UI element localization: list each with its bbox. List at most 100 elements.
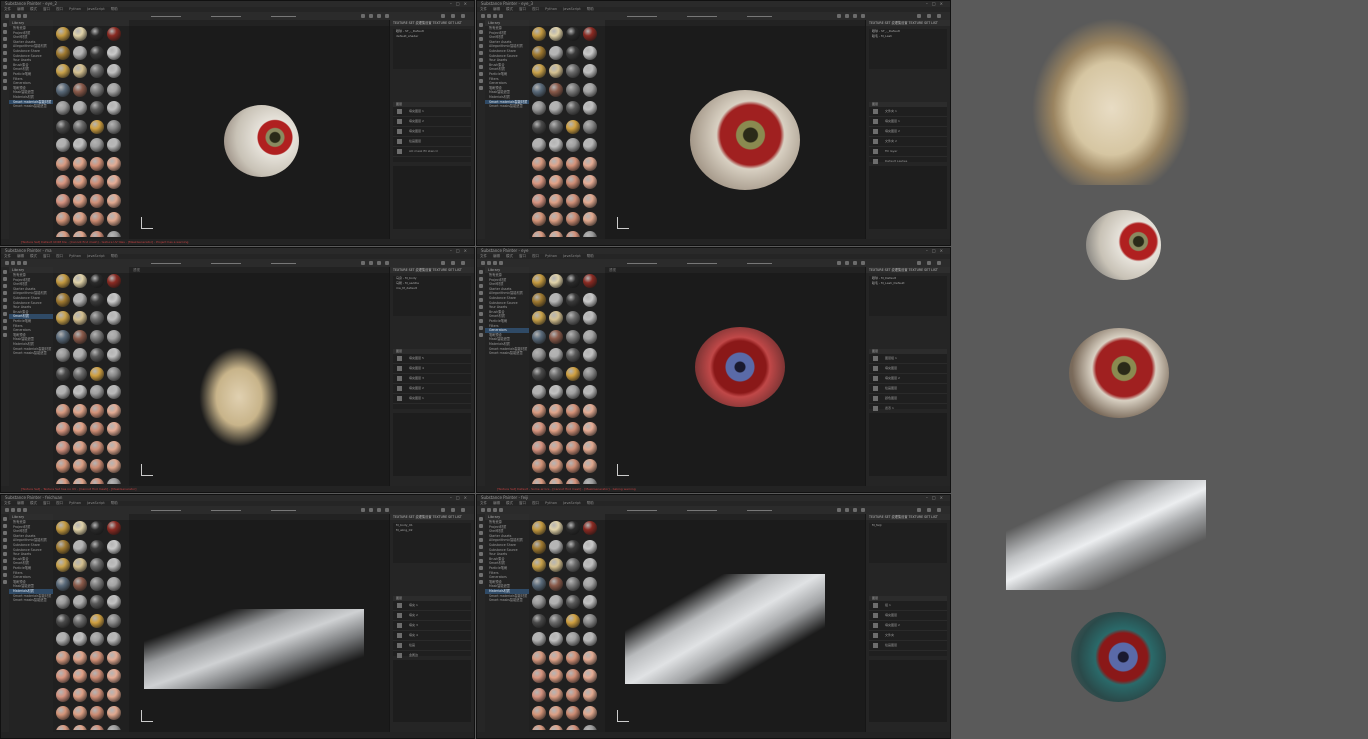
material-thumbnail[interactable] [548, 138, 563, 152]
material-thumbnail[interactable] [582, 82, 597, 97]
menu-item[interactable]: 编辑 [17, 254, 24, 258]
material-thumbnail[interactable] [548, 119, 563, 134]
material-thumbnail[interactable] [72, 64, 87, 78]
layer-row[interactable]: 填充图层 2 [393, 384, 471, 394]
toolbar-slider[interactable] [687, 16, 717, 17]
material-thumbnail[interactable] [531, 156, 546, 171]
toolbar-button[interactable] [23, 14, 27, 18]
material-thumbnail[interactable] [531, 558, 546, 572]
material-thumbnail[interactable] [55, 292, 70, 307]
toolbar-button[interactable] [845, 508, 849, 512]
menu-item[interactable]: JavaScript [563, 501, 581, 505]
material-thumbnail[interactable] [89, 422, 104, 436]
material-thumbnail[interactable] [55, 558, 70, 572]
material-thumbnail[interactable] [89, 706, 104, 720]
toolbar-button[interactable] [11, 14, 15, 18]
toolbar-slider[interactable] [151, 263, 181, 264]
material-thumbnail[interactable] [582, 385, 597, 399]
brush-tool-icon[interactable] [479, 566, 483, 570]
material-thumbnail[interactable] [89, 292, 104, 307]
material-thumbnail[interactable] [565, 193, 580, 208]
library-item[interactable]: Smart masks智能遮罩 [485, 598, 529, 603]
material-thumbnail[interactable] [72, 193, 87, 208]
material-thumbnail[interactable] [582, 175, 597, 189]
layer-row[interactable]: 填充 2 [393, 611, 471, 621]
material-thumbnail[interactable] [72, 329, 87, 344]
brush-tool-icon[interactable] [3, 573, 7, 577]
toolbar-button[interactable] [917, 261, 921, 265]
menu-item[interactable]: 视口 [532, 501, 539, 505]
material-thumbnail[interactable] [55, 459, 70, 473]
menu-item[interactable]: 帮助 [111, 7, 118, 11]
brush-tool-icon[interactable] [479, 517, 483, 521]
toolbar-slider[interactable] [747, 510, 772, 511]
layer-row[interactable]: 文件夹 2 [869, 137, 947, 147]
viewport-3d[interactable]: 透视 [605, 267, 866, 486]
toolbar-button[interactable] [487, 261, 491, 265]
material-thumbnail[interactable] [89, 212, 104, 226]
toolbar-button[interactable] [493, 14, 497, 18]
brush-tool-icon[interactable] [3, 30, 7, 34]
material-thumbnail[interactable] [106, 138, 121, 152]
brush-tool-icon[interactable] [479, 51, 483, 55]
material-thumbnail[interactable] [72, 650, 87, 665]
menu-item[interactable]: Python [69, 254, 81, 258]
texture-set-item[interactable]: ma_M_default [393, 286, 471, 291]
toolbar-slider[interactable] [271, 510, 296, 511]
material-thumbnail[interactable] [548, 576, 563, 591]
material-thumbnail[interactable] [55, 539, 70, 554]
material-thumbnail[interactable] [565, 724, 580, 730]
material-thumbnail[interactable] [548, 539, 563, 554]
material-thumbnail[interactable] [106, 687, 121, 702]
material-thumbnail[interactable] [72, 138, 87, 152]
material-thumbnail[interactable] [548, 212, 563, 226]
brush-tool-icon[interactable] [479, 291, 483, 295]
toolbar-button[interactable] [861, 261, 865, 265]
layer-row[interactable]: 填充图层 3 [393, 374, 471, 384]
material-thumbnail[interactable] [72, 576, 87, 591]
material-thumbnail[interactable] [106, 212, 121, 226]
material-thumbnail[interactable] [106, 274, 121, 288]
brush-tool-icon[interactable] [479, 538, 483, 542]
material-thumbnail[interactable] [72, 669, 87, 683]
material-thumbnail[interactable] [89, 348, 104, 362]
material-thumbnail[interactable] [106, 706, 121, 720]
material-thumbnail[interactable] [565, 156, 580, 171]
toolbar-button[interactable] [937, 14, 941, 18]
layer-row[interactable]: 填充图层 [869, 364, 947, 374]
material-thumbnail[interactable] [106, 82, 121, 97]
toolbar-button[interactable] [385, 261, 389, 265]
material-thumbnail[interactable] [55, 477, 70, 484]
menu-item[interactable]: Python [69, 501, 81, 505]
material-thumbnail[interactable] [72, 212, 87, 226]
brush-tool-icon[interactable] [479, 319, 483, 323]
material-thumbnail[interactable] [565, 613, 580, 628]
material-thumbnail[interactable] [55, 212, 70, 226]
material-thumbnail[interactable] [548, 329, 563, 344]
toolbar-button[interactable] [361, 14, 365, 18]
menu-item[interactable]: 窗口 [43, 254, 50, 258]
material-thumbnail[interactable] [55, 45, 70, 60]
brush-tool-icon[interactable] [3, 580, 7, 584]
material-thumbnail[interactable] [106, 101, 121, 115]
material-thumbnail[interactable] [582, 706, 597, 720]
toolbar-button[interactable] [917, 14, 921, 18]
toolbar-button[interactable] [493, 261, 497, 265]
material-thumbnail[interactable] [55, 632, 70, 646]
material-thumbnail[interactable] [582, 558, 597, 572]
brush-tool-icon[interactable] [479, 270, 483, 274]
material-thumbnail[interactable] [548, 366, 563, 381]
material-thumbnail[interactable] [565, 403, 580, 418]
menu-item[interactable]: 视口 [532, 7, 539, 11]
material-thumbnail[interactable] [531, 274, 546, 288]
material-thumbnail[interactable] [106, 558, 121, 572]
brush-tool-icon[interactable] [3, 319, 7, 323]
material-thumbnail[interactable] [55, 329, 70, 344]
texture-set-item[interactable]: default_shader [393, 34, 471, 39]
material-thumbnail[interactable] [89, 27, 104, 41]
brush-tool-icon[interactable] [479, 531, 483, 535]
material-thumbnail[interactable] [531, 440, 546, 455]
material-thumbnail[interactable] [106, 440, 121, 455]
material-thumbnail[interactable] [582, 329, 597, 344]
material-thumbnail[interactable] [531, 82, 546, 97]
